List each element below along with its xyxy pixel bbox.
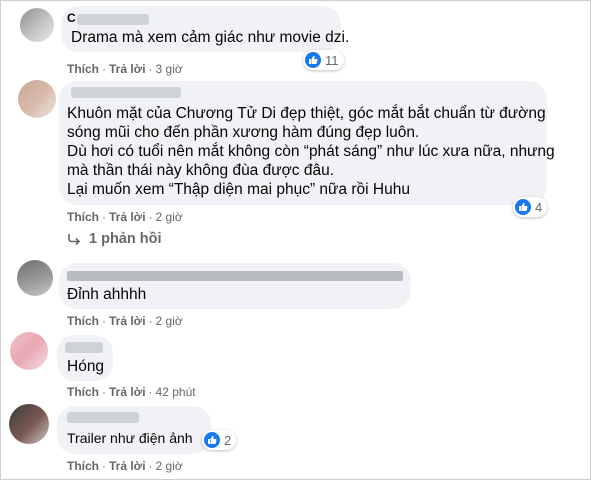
timestamp[interactable]: 3 giờ [156, 62, 183, 76]
comment-text-line: Dù hơi có tuổi nên mắt không còn “phát s… [67, 143, 555, 160]
comment-text: Hóng [67, 358, 105, 375]
reply-button[interactable]: Trả lời [109, 210, 146, 224]
comment-section: C Drama mà xem cảm giác như movie dzi. 1… [0, 0, 591, 480]
timestamp[interactable]: 42 phút [156, 385, 196, 399]
comment-text: Drama mà xem cảm giác như movie dzi. [71, 29, 350, 46]
reply-button[interactable]: Trả lời [109, 459, 146, 473]
commenter-name[interactable]: C [67, 12, 76, 25]
comment-actions: Thích · Trả lời · 3 giờ [67, 62, 183, 76]
comment-actions: Thích · Trả lời · 2 giờ [67, 459, 183, 473]
reaction-count[interactable]: 4 [513, 197, 548, 217]
timestamp[interactable]: 2 giờ [156, 459, 183, 473]
like-icon [204, 432, 220, 448]
like-button[interactable]: Thích [67, 459, 99, 473]
separator: · [148, 385, 153, 399]
avatar[interactable] [20, 8, 54, 42]
separator: · [148, 210, 153, 224]
separator: · [102, 459, 106, 473]
reaction-count-label: 11 [325, 52, 339, 68]
reaction-count[interactable]: 2 [202, 430, 237, 450]
separator: · [148, 62, 153, 76]
separator: · [148, 459, 153, 473]
separator: · [102, 210, 106, 224]
comment-text-line: mà thần thái này không đùa được đâu. [67, 162, 334, 179]
reply-button[interactable]: Trả lời [109, 385, 146, 399]
separator: · [148, 314, 153, 328]
comment-text: Trailer như điện ảnh [67, 430, 193, 446]
commenter-name-blurred [71, 87, 181, 98]
reaction-count[interactable]: 11 [303, 50, 344, 70]
comment-actions: Thích · Trả lời · 2 giờ [67, 210, 183, 224]
commenter-name-blurred [65, 342, 103, 353]
like-icon [305, 52, 321, 68]
avatar[interactable] [9, 404, 49, 444]
view-replies-button[interactable]: 1 phản hồi [67, 231, 162, 247]
avatar[interactable] [10, 332, 48, 370]
separator: · [102, 385, 106, 399]
reaction-count-label: 2 [224, 432, 232, 448]
comment-text-line: sóng mũi cho đến phần xương hàm đúng đẹp… [67, 124, 420, 141]
reply-arrow-icon [68, 234, 81, 245]
like-button[interactable]: Thích [67, 314, 99, 328]
comment-actions: Thích · Trả lời · 42 phút [67, 385, 196, 399]
avatar[interactable] [17, 260, 53, 296]
timestamp[interactable]: 2 giờ [156, 210, 183, 224]
like-button[interactable]: Thích [67, 62, 99, 76]
replies-count: 1 phản hồi [89, 231, 162, 247]
timestamp[interactable]: 2 giờ [156, 314, 183, 328]
avatar[interactable] [18, 80, 56, 118]
reply-button[interactable]: Trả lời [109, 62, 146, 76]
separator: · [102, 62, 106, 76]
commenter-name-blurred [67, 412, 139, 423]
comment-text: Đỉnh ahhhh [67, 286, 147, 303]
like-button[interactable]: Thích [67, 210, 99, 224]
comment-text-line: Lại muốn xem “Thập diện mai phục” nữa rồ… [67, 181, 410, 198]
commenter-name-blurred [67, 271, 403, 281]
like-icon [515, 199, 531, 215]
like-button[interactable]: Thích [67, 385, 99, 399]
commenter-name-blurred [77, 14, 149, 25]
comment-actions: Thích · Trả lời · 2 giờ [67, 314, 183, 328]
reply-button[interactable]: Trả lời [109, 314, 146, 328]
separator: · [102, 314, 106, 328]
reaction-count-label: 4 [535, 199, 543, 215]
comment-text-line: Khuôn mặt của Chương Tử Di đẹp thiệt, gó… [67, 105, 546, 122]
